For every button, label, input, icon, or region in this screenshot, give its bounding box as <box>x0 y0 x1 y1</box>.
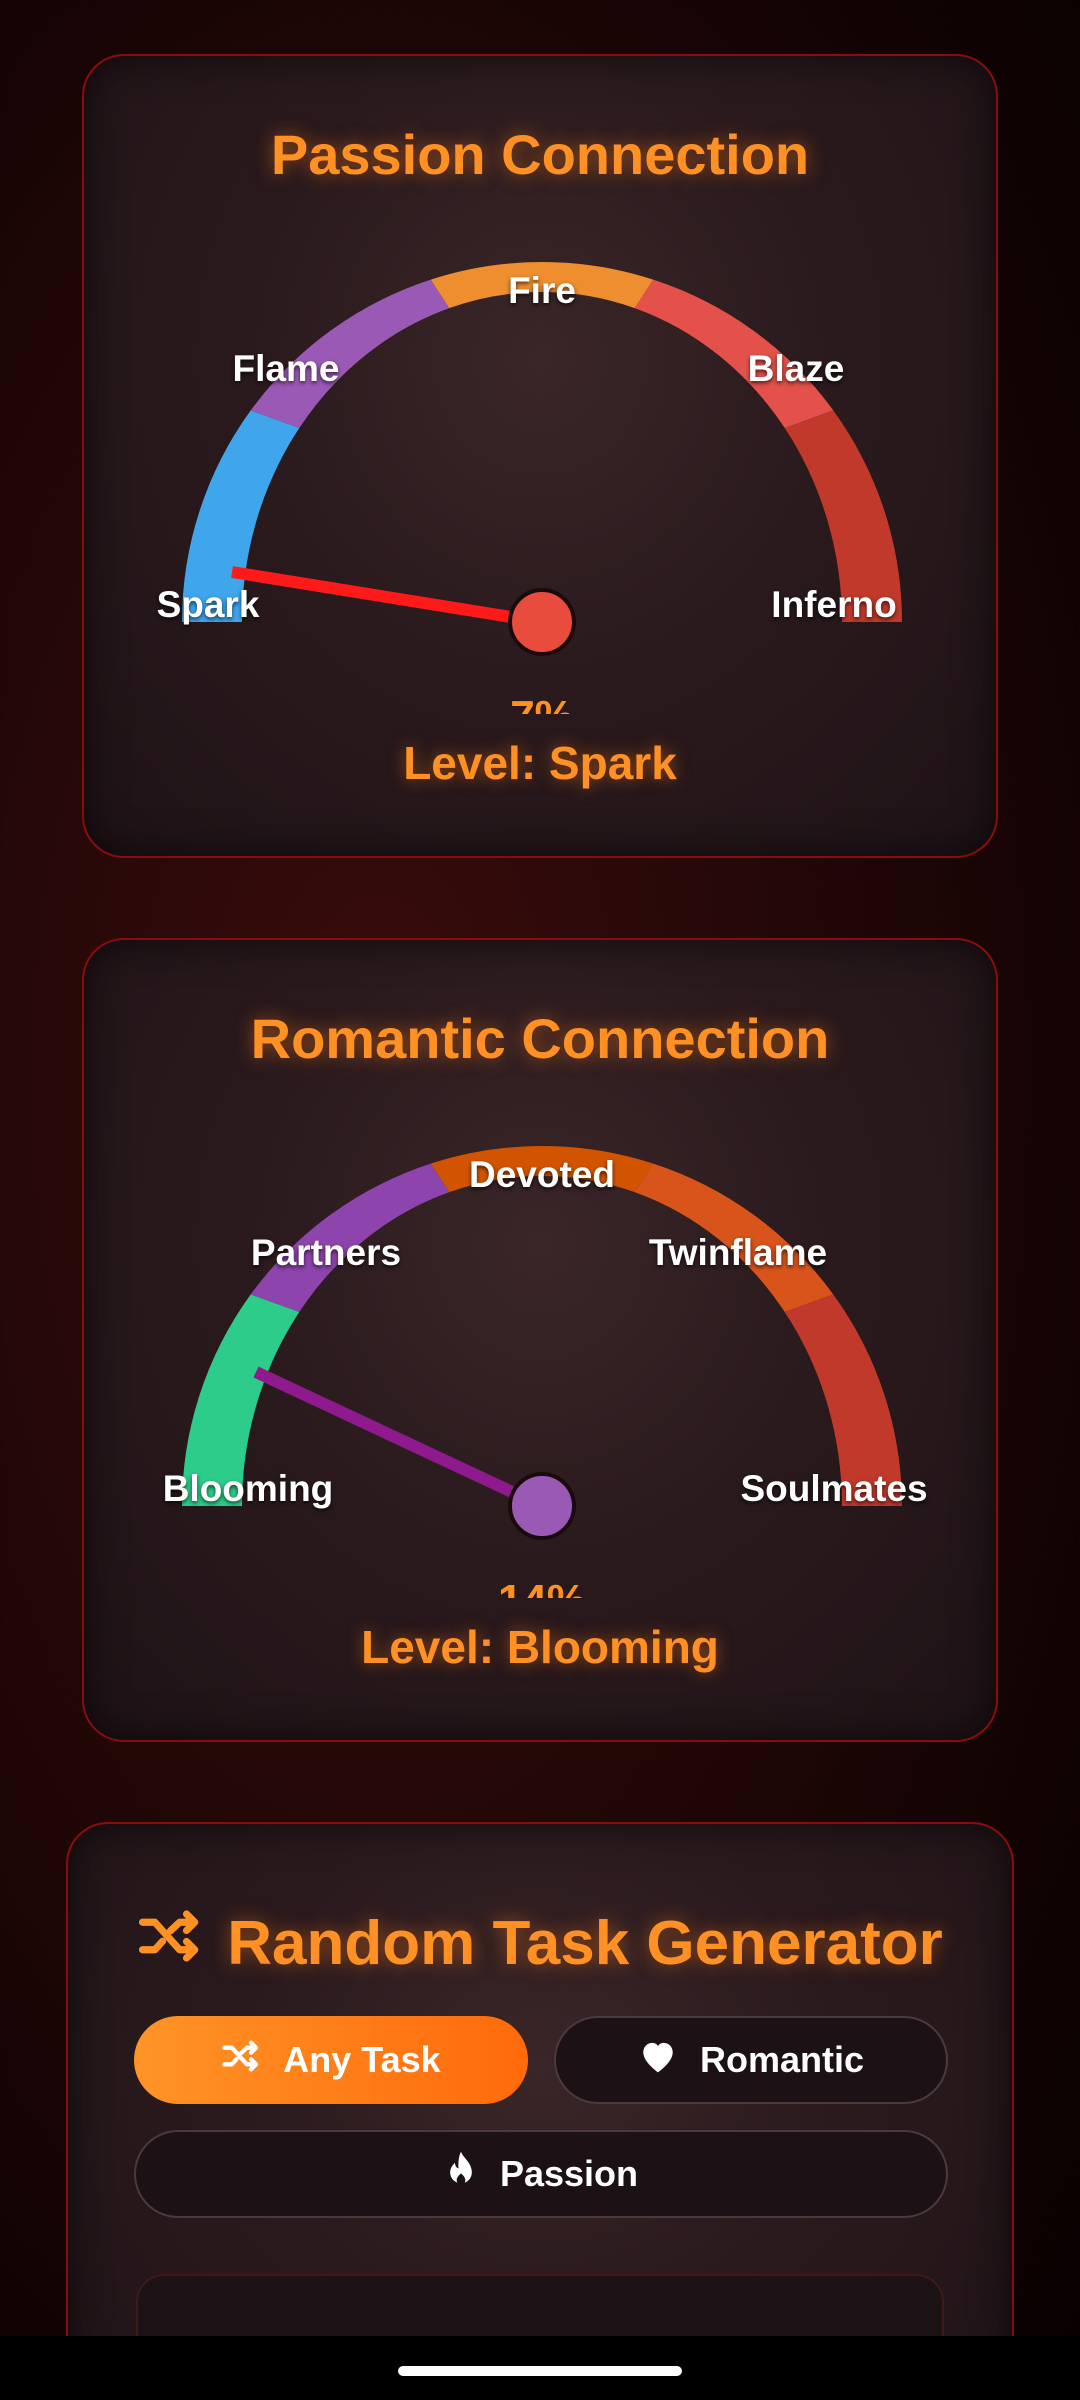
romantic-label-blooming: Blooming <box>162 1468 334 1509</box>
romantic-level: Level: Blooming <box>361 1621 719 1673</box>
passion-button-label: Passion <box>499 2153 639 2194</box>
romantic-connection-card: Romantic Connection Blooming Partners De… <box>82 938 998 1742</box>
passion-connection-card: Passion Connection Spark Flame Fire Blaz… <box>82 54 998 858</box>
romantic-needle-hub <box>508 1472 576 1540</box>
heart-icon <box>638 2038 678 2083</box>
passion-percent-clip: 7% <box>442 692 642 714</box>
any-task-button[interactable]: Any Task <box>134 2016 528 2104</box>
romantic-percent: 14% <box>442 1576 642 1598</box>
shuffle-icon <box>221 2039 261 2082</box>
romantic-label-partners: Partners <box>250 1232 402 1273</box>
passion-label-spark: Spark <box>156 584 260 625</box>
passion-needle <box>231 566 543 628</box>
passion-label-flame: Flame <box>232 348 340 389</box>
romantic-button[interactable]: Romantic <box>554 2016 948 2104</box>
romantic-button-label: Romantic <box>699 2039 865 2080</box>
fire-icon <box>444 2150 478 2199</box>
passion-level: Level: Spark <box>403 737 677 789</box>
passion-label-blaze: Blaze <box>747 348 845 389</box>
task-generator-card: Random Task Generator Any Task Romantic … <box>66 1822 1014 2400</box>
passion-label-inferno: Inferno <box>771 584 897 625</box>
romantic-label-twinflame: Twinflame <box>648 1232 828 1273</box>
romantic-label-soulmates: Soulmates <box>740 1468 928 1509</box>
romantic-label-devoted: Devoted <box>469 1154 615 1195</box>
home-indicator[interactable] <box>398 2366 682 2376</box>
task-generator-title-text: Random Task Generator <box>227 1909 943 1978</box>
passion-label-fire: Fire <box>508 270 576 311</box>
passion-needle-hub <box>508 588 576 656</box>
romantic-percent-clip: 14% <box>442 1576 642 1598</box>
passion-button[interactable]: Passion <box>134 2130 948 2218</box>
any-task-button-label: Any Task <box>283 2039 441 2080</box>
task-generator-title: Random Task Generator <box>68 1908 1012 1979</box>
shuffle-icon <box>137 1908 203 1979</box>
passion-percent: 7% <box>442 692 642 714</box>
